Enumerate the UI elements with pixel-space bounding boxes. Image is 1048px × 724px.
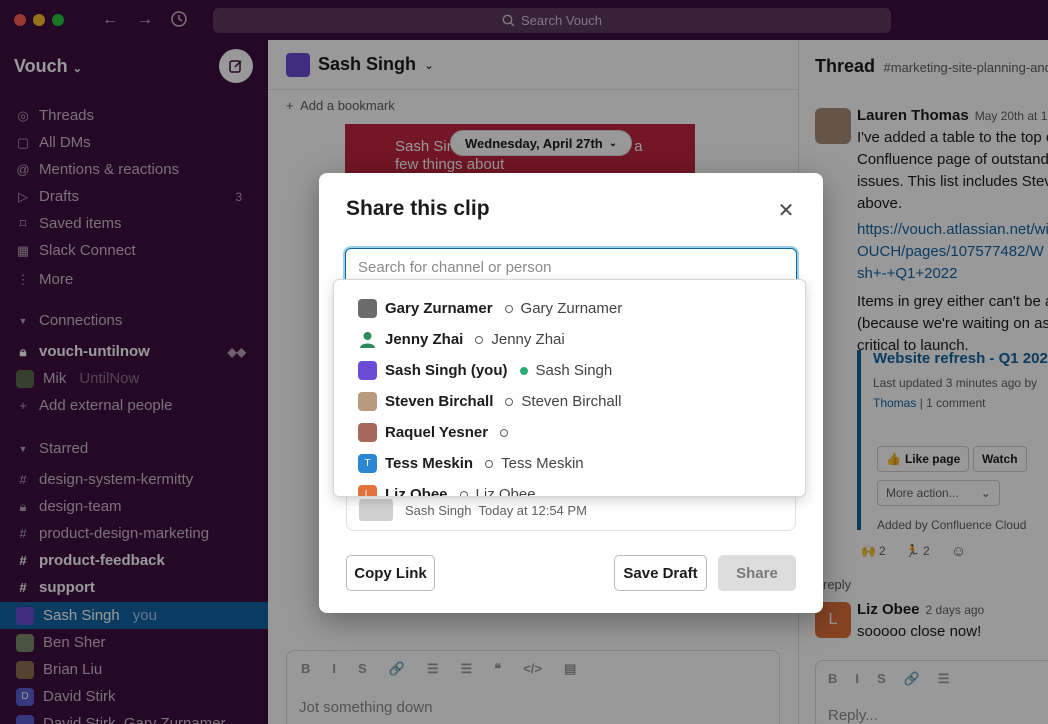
save-draft-button[interactable]: Save Draft [614,555,707,591]
result-name: Raquel Yesner [385,424,489,441]
away-status-icon [504,304,513,313]
result-name: Tess Meskin [385,455,474,472]
result-name: Gary Zurnamer [385,300,493,317]
away-status-icon [475,335,484,344]
list-item[interactable]: Sash Singh (you) Sash Singh [334,355,805,386]
avatar [358,299,377,318]
copy-link-button[interactable]: Copy Link [346,555,435,591]
list-item[interactable]: T Tess Meskin Tess Meskin [334,448,805,479]
avatar [358,392,377,411]
person-icon [358,330,377,349]
result-full-name: Liz Obee [475,486,536,497]
list-item[interactable]: Steven Birchall Steven Birchall [334,386,805,417]
result-full-name: Tess Meskin [501,455,584,472]
avatar [358,361,377,380]
list-item[interactable]: L Liz Obee Liz Obee [334,479,805,497]
result-name: Steven Birchall [385,393,494,410]
avatar: L [358,485,377,496]
away-status-icon [500,428,509,437]
result-full-name: Steven Birchall [521,393,622,410]
result-name: Liz Obee [385,486,448,497]
clip-preview: Sash Singh Today at 12:54 PM [346,493,796,531]
clip-meta: Sash Singh Today at 12:54 PM [405,503,587,518]
result-name: Jenny Zhai [385,331,464,348]
share-button[interactable]: Share [718,555,796,591]
clip-thumbnail [359,499,393,521]
list-item[interactable]: Raquel Yesner [334,417,805,448]
result-full-name: Sash Singh [535,362,613,379]
result-full-name: Jenny Zhai [491,331,565,348]
away-status-icon [485,459,494,468]
result-name: Sash Singh (you) [385,362,508,379]
away-status-icon [505,397,514,406]
list-item[interactable]: Jenny Zhai Jenny Zhai [334,324,805,355]
avatar [358,423,377,442]
modal-title: Share this clip [346,197,490,220]
active-status-icon [519,366,528,375]
clip-author: Sash Singh [405,503,472,518]
avatar: T [358,454,377,473]
list-item[interactable]: Gary Zurnamer Gary Zurnamer [334,293,805,324]
close-icon[interactable]: ✕ [775,199,797,222]
search-results-dropdown: Gary Zurnamer Gary Zurnamer Jenny Zhai J… [333,279,806,497]
clip-time: Today at 12:54 PM [478,503,587,518]
away-status-icon [459,490,468,496]
result-full-name: Gary Zurnamer [520,300,623,317]
